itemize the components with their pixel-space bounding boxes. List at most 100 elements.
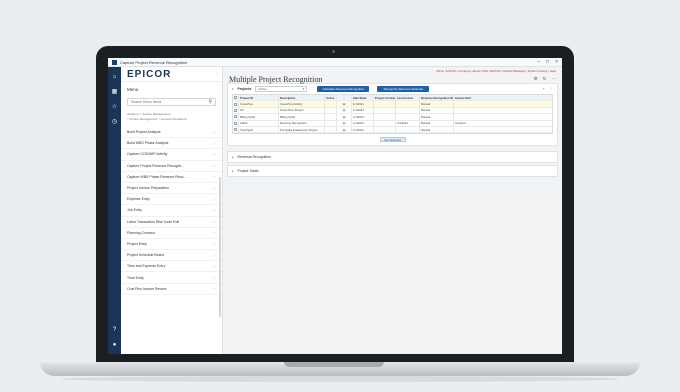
document-icon[interactable]: ▤ [337, 114, 352, 120]
star-icon[interactable]: ☆ [212, 152, 216, 157]
laptop-notch [284, 362, 384, 367]
column-header[interactable]: Active [325, 95, 337, 101]
column-header[interactable]: Invoice Stat [454, 95, 478, 100]
cell [396, 101, 420, 107]
menu-item[interactable]: Project Schedule Board ☆ [121, 250, 222, 262]
menu-item[interactable]: Planning Contract ☆ [121, 228, 222, 239]
calculate-button[interactable]: Calculate Revenue Recognition [317, 85, 370, 92]
maximize-button[interactable]: □ [546, 59, 549, 65]
menu-item[interactable]: Time and Expense Entry ☆ [121, 261, 222, 273]
star-icon[interactable]: ☆ [212, 264, 216, 269]
star-icon[interactable]: ☆ [212, 197, 216, 202]
cell [374, 126, 396, 133]
menu-item[interactable]: Job Entry ☆ [121, 205, 222, 217]
expand-icon[interactable]: ▸ [232, 155, 234, 159]
star-icon[interactable]: ☆ [212, 163, 216, 168]
close-button[interactable]: × [555, 59, 558, 65]
panel-title: Revenue Recognition [237, 155, 271, 160]
star-icon[interactable]: ☆ [212, 275, 216, 280]
user-icon[interactable]: ● [111, 341, 118, 348]
column-header[interactable]: Project ID [239, 95, 279, 101]
column-header[interactable]: Description [279, 95, 325, 101]
document-icon[interactable]: ▤ [337, 126, 352, 133]
menu-item-label: Project Entry [127, 241, 148, 246]
menu-item[interactable]: Capture Project Revenue Recognit... ☆ [121, 161, 222, 172]
help-icon[interactable]: ? [111, 326, 118, 333]
star-icon[interactable]: ☆ [212, 208, 216, 213]
expand-icon[interactable]: ▸ [232, 169, 234, 173]
page-tools: ⚙ ↻ ⋯ [534, 76, 556, 82]
refresh-icon[interactable]: ↻ [543, 76, 547, 82]
menu-item[interactable]: Capture COS/WIP Activity ☆ [121, 149, 222, 161]
menu-item[interactable]: Time Entry ☆ [121, 272, 222, 284]
menu-item[interactable]: Cost Plus Invoice Review ☆ [121, 284, 222, 295]
minimize-button[interactable]: – [537, 59, 540, 65]
search-icon[interactable]: ⚲ [208, 99, 212, 105]
pin-icon[interactable]: ‹ [217, 71, 218, 76]
projects-card: ▾ Projects Active ▾ Calculate Revenue Re… [227, 83, 558, 147]
menu-item-label: Job Entry [127, 208, 142, 213]
menu-item[interactable]: Build Project Analysis ☆ [121, 127, 222, 139]
cell: Manual [420, 126, 454, 133]
collapse-icon[interactable]: ▾ [232, 87, 234, 91]
menu-item[interactable]: Expense Entry ☆ [121, 194, 222, 206]
cell [374, 120, 396, 126]
settings-icon[interactable]: ⚙ [534, 76, 538, 82]
menu-search-input[interactable] [131, 100, 209, 104]
star-icon[interactable]: ☆ [212, 141, 216, 146]
column-header[interactable] [337, 95, 352, 101]
cell: 1/1/2021 [352, 107, 374, 114]
app-body: ⌂ ▦ ☆ ◷ ? ● EPICOR ‹ Menu ⚲ All Menu > S… [108, 67, 562, 354]
more-icon[interactable]: ⋯ [552, 76, 557, 82]
menu-item[interactable]: Project Invoice Preparation ☆ [121, 183, 222, 195]
menu-item-label: Capture Project Revenue Recognit... [127, 163, 185, 168]
cell [454, 101, 478, 106]
menu-item-label: Expense Entry [127, 197, 150, 202]
cell [374, 101, 396, 107]
document-icon[interactable]: ▤ [337, 107, 352, 114]
projects-filter-value: Active [258, 86, 267, 91]
menu-item[interactable]: Project Entry ☆ [121, 239, 222, 251]
star-icon[interactable]: ☆ [212, 174, 216, 179]
session-info-link[interactable]: Menu: 8.04.00 | Company: Epicor USA | EP… [437, 69, 556, 73]
cell [374, 114, 396, 120]
title-bar: Capture Project Revenue Recognition – □ … [108, 58, 562, 67]
document-icon[interactable]: ▤ [337, 101, 352, 107]
column-header[interactable]: Revenue Recognition Me... [420, 95, 454, 101]
revenue-recognition-panel[interactable]: ▸ Revenue Recognition [227, 151, 558, 164]
page-header: Multiple Project Recognition Menu: 8.04.… [227, 67, 558, 84]
column-header[interactable]: Start Date [352, 95, 374, 101]
menu-item[interactable]: Build WBS Phase Analysis ☆ [121, 138, 222, 150]
menu-item-label: Cost Plus Invoice Review [127, 286, 167, 291]
star-icon[interactable]: ☆ [212, 186, 216, 191]
star-icon[interactable]: ☆ [212, 219, 216, 224]
recognize-button[interactable]: Recognize Revenue Selected [377, 85, 430, 92]
star-icon[interactable]: ☆ [212, 253, 216, 258]
star-icon[interactable]: ☆ [212, 286, 216, 291]
document-icon[interactable]: ▤ [337, 120, 352, 126]
cell [396, 114, 420, 120]
cell: Billing Study [239, 114, 279, 120]
table-row[interactable]: Training01 Pre-Sales Enablement Project … [233, 126, 552, 134]
grid-icon[interactable]: ▦ [111, 88, 118, 95]
add-icon[interactable]: + [543, 86, 545, 91]
star-icon[interactable]: ☆ [212, 130, 216, 135]
star-icon[interactable]: ☆ [212, 230, 216, 235]
breadcrumb-line[interactable]: > Project Management > General Operation… [127, 117, 216, 122]
menu-search[interactable]: ⚲ [127, 98, 216, 106]
menu-icon[interactable]: ⋮ [549, 86, 553, 91]
column-header[interactable]: Project Contract [374, 95, 396, 101]
history-icon[interactable]: ◷ [111, 118, 118, 125]
star-icon[interactable]: ☆ [111, 103, 118, 110]
menu-item[interactable]: Capture WBS Phase Revenue Reco... ☆ [121, 172, 222, 183]
project-totals-panel[interactable]: ▸ Project Totals [227, 165, 558, 178]
column-header[interactable]: Last Invoice [396, 95, 420, 101]
menu-item[interactable]: Labor Transaction Risk Code Edit ☆ [121, 217, 222, 228]
star-icon[interactable]: ☆ [212, 241, 216, 246]
projects-filter-select[interactable]: Active ▾ [255, 85, 308, 92]
home-icon[interactable]: ⌂ [111, 73, 118, 80]
cell: Revenue Recognition [279, 120, 325, 126]
sidebar-scrollbar[interactable] [219, 177, 221, 317]
cell: 1/1/2021 [352, 126, 374, 133]
get-selected-button[interactable]: Get Selected [379, 137, 406, 143]
